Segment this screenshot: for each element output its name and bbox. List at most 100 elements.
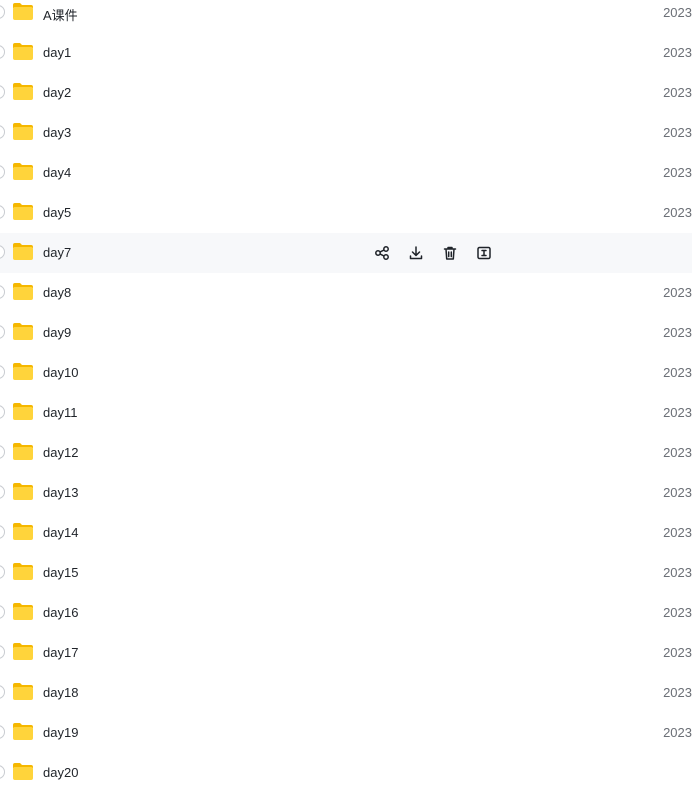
trash-icon[interactable] <box>440 243 460 263</box>
folder-icon <box>12 2 34 21</box>
folder-icon <box>12 602 34 621</box>
file-date: 2023 <box>663 285 692 300</box>
file-list: A课件 2023 day1 2023 day2 2023 day3 2023 d… <box>0 0 692 793</box>
file-name[interactable]: day14 <box>43 525 78 540</box>
file-row-hovered[interactable]: day7 <box>0 233 692 273</box>
file-row[interactable]: A课件 2023 <box>0 0 692 33</box>
file-name[interactable]: day4 <box>43 165 71 180</box>
row-checkbox[interactable] <box>0 445 5 459</box>
file-date: 2023 <box>663 205 692 220</box>
file-row[interactable]: day4 2023 <box>0 153 692 193</box>
row-checkbox[interactable] <box>0 285 5 299</box>
file-name[interactable]: A课件 <box>43 5 78 24</box>
folder-icon <box>12 362 34 381</box>
file-name[interactable]: day5 <box>43 205 71 220</box>
file-date: 2023 <box>663 5 692 20</box>
row-checkbox[interactable] <box>0 125 5 139</box>
file-date: 2023 <box>663 365 692 380</box>
file-date: 2023 <box>663 165 692 180</box>
folder-icon <box>12 562 34 581</box>
file-date: 2023 <box>663 325 692 340</box>
file-row[interactable]: day11 2023 <box>0 393 692 433</box>
row-checkbox[interactable] <box>0 605 5 619</box>
folder-icon <box>12 402 34 421</box>
row-checkbox[interactable] <box>0 405 5 419</box>
folder-icon <box>12 162 34 181</box>
file-name[interactable]: day8 <box>43 285 71 300</box>
file-name[interactable]: day11 <box>43 405 77 420</box>
file-row[interactable]: day10 2023 <box>0 353 692 393</box>
file-row[interactable]: day18 2023 <box>0 673 692 713</box>
file-name[interactable]: day16 <box>43 605 78 620</box>
file-row[interactable]: day14 2023 <box>0 513 692 553</box>
file-row[interactable]: day15 2023 <box>0 553 692 593</box>
download-icon[interactable] <box>406 243 426 263</box>
file-date: 2023 <box>663 445 692 460</box>
file-row[interactable]: day13 2023 <box>0 473 692 513</box>
rename-icon[interactable] <box>474 243 494 263</box>
row-checkbox[interactable] <box>0 725 5 739</box>
row-checkbox[interactable] <box>0 365 5 379</box>
file-name[interactable]: day15 <box>43 565 78 580</box>
file-name[interactable]: day19 <box>43 725 78 740</box>
share-icon[interactable] <box>372 243 392 263</box>
file-date: 2023 <box>663 125 692 140</box>
row-checkbox[interactable] <box>0 525 5 539</box>
folder-icon <box>12 82 34 101</box>
row-checkbox[interactable] <box>0 245 5 259</box>
file-row[interactable]: day12 2023 <box>0 433 692 473</box>
folder-icon <box>12 722 34 741</box>
file-name[interactable]: day10 <box>43 365 78 380</box>
row-checkbox[interactable] <box>0 165 5 179</box>
file-row[interactable]: day1 2023 <box>0 33 692 73</box>
row-checkbox[interactable] <box>0 685 5 699</box>
file-row[interactable]: day2 2023 <box>0 73 692 113</box>
file-name[interactable]: day20 <box>43 765 78 780</box>
file-date: 2023 <box>663 405 692 420</box>
file-date: 2023 <box>663 645 692 660</box>
file-date: 2023 <box>663 565 692 580</box>
file-name[interactable]: day2 <box>43 85 71 100</box>
file-row[interactable]: day5 2023 <box>0 193 692 233</box>
file-row[interactable]: day17 2023 <box>0 633 692 673</box>
row-checkbox[interactable] <box>0 45 5 59</box>
file-name[interactable]: day3 <box>43 125 71 140</box>
row-actions <box>372 243 494 263</box>
file-date: 2023 <box>663 725 692 740</box>
file-date: 2023 <box>663 85 692 100</box>
folder-icon <box>12 442 34 461</box>
file-name[interactable]: day9 <box>43 325 71 340</box>
file-row[interactable]: day20 <box>0 753 692 793</box>
folder-icon <box>12 322 34 341</box>
file-name[interactable]: day7 <box>43 245 71 260</box>
file-name[interactable]: day17 <box>43 645 78 660</box>
file-row[interactable]: day16 2023 <box>0 593 692 633</box>
row-checkbox[interactable] <box>0 205 5 219</box>
file-date: 2023 <box>663 45 692 60</box>
folder-icon <box>12 122 34 141</box>
folder-icon <box>12 242 34 261</box>
row-checkbox[interactable] <box>0 765 5 779</box>
folder-icon <box>12 282 34 301</box>
file-date: 2023 <box>663 685 692 700</box>
file-name[interactable]: day12 <box>43 445 78 460</box>
folder-icon <box>12 682 34 701</box>
file-row[interactable]: day8 2023 <box>0 273 692 313</box>
folder-icon <box>12 762 34 781</box>
file-name[interactable]: day13 <box>43 485 78 500</box>
row-checkbox[interactable] <box>0 325 5 339</box>
row-checkbox[interactable] <box>0 85 5 99</box>
row-checkbox[interactable] <box>0 485 5 499</box>
file-date: 2023 <box>663 525 692 540</box>
file-row[interactable]: day9 2023 <box>0 313 692 353</box>
file-name[interactable]: day18 <box>43 685 78 700</box>
file-date: 2023 <box>663 485 692 500</box>
file-date: 2023 <box>663 605 692 620</box>
file-row[interactable]: day3 2023 <box>0 113 692 153</box>
folder-icon <box>12 202 34 221</box>
file-name[interactable]: day1 <box>43 45 71 60</box>
row-checkbox[interactable] <box>0 5 5 19</box>
file-row[interactable]: day19 2023 <box>0 713 692 753</box>
row-checkbox[interactable] <box>0 645 5 659</box>
row-checkbox[interactable] <box>0 565 5 579</box>
